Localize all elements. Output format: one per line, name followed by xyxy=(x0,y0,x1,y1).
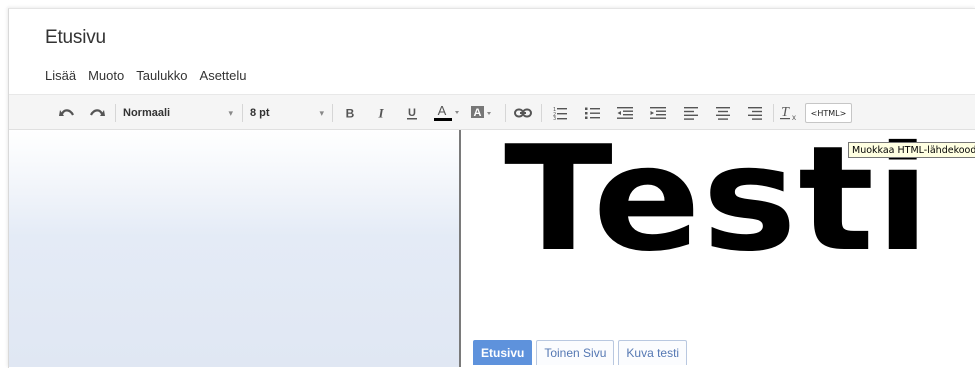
editor-canvas[interactable]: Testi xyxy=(459,127,975,367)
svg-text:I: I xyxy=(377,107,384,119)
menu-bar: Lisää Muoto Taulukko Asettelu xyxy=(45,68,247,86)
italic-icon[interactable]: I xyxy=(373,95,389,131)
svg-text:U: U xyxy=(408,107,416,119)
tab-toinen-sivu[interactable]: Toinen Sivu xyxy=(536,340,615,365)
svg-text:A: A xyxy=(474,107,482,119)
svg-text:B: B xyxy=(346,107,355,119)
side-panel xyxy=(9,130,459,367)
menu-format[interactable]: Muoto xyxy=(88,68,124,86)
undo-icon[interactable] xyxy=(57,95,77,131)
toolbar-separator xyxy=(332,104,333,122)
edit-html-tooltip: Muokkaa HTML-lähdekoodia xyxy=(848,142,975,158)
text-color-icon[interactable]: A xyxy=(433,95,461,131)
tab-etusivu[interactable]: Etusivu xyxy=(473,340,533,365)
underline-icon[interactable]: U xyxy=(404,95,420,131)
tab-kuva-testi[interactable]: Kuva testi xyxy=(618,340,688,365)
toolbar-separator xyxy=(242,104,243,122)
chevron-down-icon: ▾ xyxy=(319,107,324,118)
highlight-color-icon[interactable]: A xyxy=(469,95,495,131)
menu-layout[interactable]: Asettelu xyxy=(200,68,247,86)
toolbar-separator xyxy=(115,104,116,122)
bold-icon[interactable]: B xyxy=(342,95,358,131)
svg-text:A: A xyxy=(438,104,447,118)
font-size-select[interactable]: 8 pt ▾ xyxy=(250,95,324,131)
font-family-value: Normaali xyxy=(123,107,171,119)
redo-icon[interactable] xyxy=(87,95,107,131)
page-tabs: Etusivu Toinen Sivu Kuva testi xyxy=(473,340,688,365)
page-title: Etusivu xyxy=(45,27,106,48)
menu-table[interactable]: Taulukko xyxy=(136,68,187,86)
font-size-value: 8 pt xyxy=(250,107,270,119)
font-family-select[interactable]: Normaali ▾ xyxy=(123,95,233,131)
menu-insert[interactable]: Lisää xyxy=(45,68,76,86)
chevron-down-icon: ▾ xyxy=(228,107,233,118)
